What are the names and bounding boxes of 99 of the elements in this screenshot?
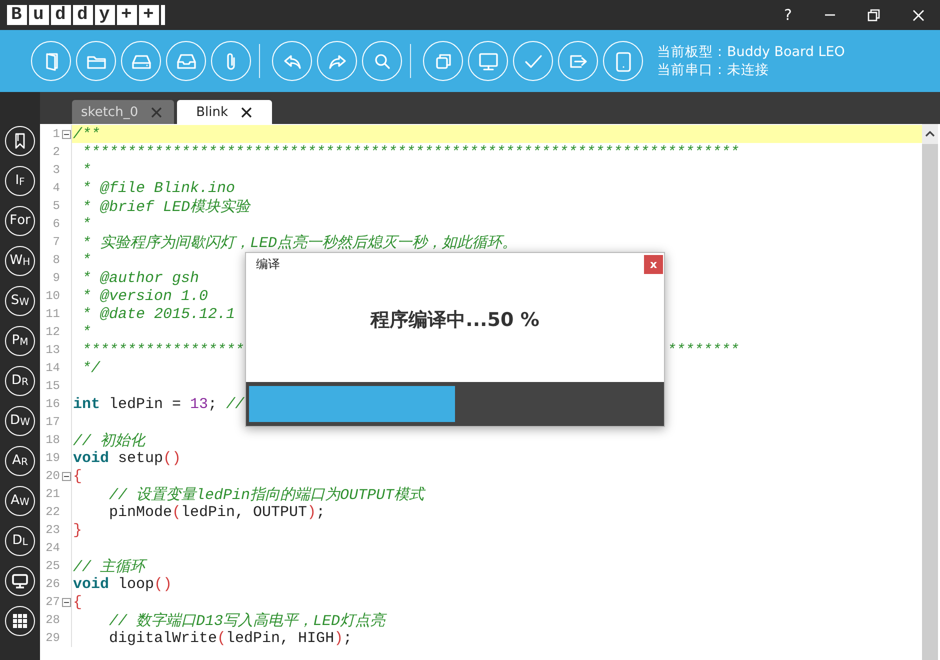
toolbar-button[interactable] (362, 41, 402, 81)
toolbar-button[interactable] (211, 41, 251, 81)
close-button[interactable]: x (644, 254, 663, 274)
toolbar-button[interactable] (513, 41, 553, 81)
line-number: 9 (52, 271, 60, 285)
line-number: 12 (44, 325, 60, 339)
line-number: 26 (44, 577, 60, 591)
fold-icon[interactable] (62, 472, 71, 480)
toolbar-button[interactable] (272, 41, 312, 81)
board-type-label: 当前板型：Buddy Board LEO (657, 43, 845, 61)
code-line: /** (73, 126, 100, 142)
sidebar-button[interactable]: DR (5, 366, 35, 396)
fold-icon[interactable] (62, 130, 71, 138)
line-number: 6 (52, 217, 60, 231)
fold-icon[interactable] (62, 598, 71, 606)
sidebar-button[interactable]: DL (5, 526, 35, 556)
code-line: * @date 2015.12.1 (81, 306, 236, 322)
code-line: ****************** (81, 342, 244, 358)
code-line: * @brief LED模块实验 (81, 198, 250, 216)
line-number: 25 (44, 559, 60, 573)
line-number: 27 (44, 595, 60, 609)
line-number: 20 (44, 469, 60, 483)
toolbar-button[interactable] (423, 41, 463, 81)
editor-tab[interactable]: Blink (177, 100, 272, 124)
code-line: // 初始化 (73, 432, 146, 450)
line-number: 5 (52, 199, 60, 213)
toolbar-button[interactable] (558, 41, 598, 81)
line-number: 29 (44, 631, 60, 645)
sidebar-button[interactable] (5, 566, 35, 596)
line-number: 1 (52, 127, 60, 141)
toolbar-button[interactable] (468, 41, 508, 81)
code-line: * (81, 162, 92, 178)
sidebar-button[interactable]: For (5, 206, 35, 236)
sidebar-button[interactable] (5, 606, 35, 636)
toolbar-button[interactable] (317, 41, 357, 81)
dialog-title: 编译 (256, 256, 280, 272)
toolbar-button[interactable] (603, 41, 643, 81)
code-line: { (73, 468, 82, 484)
sidebar-button[interactable]: SW (5, 286, 35, 316)
scrollbar[interactable] (922, 124, 938, 660)
toolbar-button[interactable] (166, 41, 206, 81)
sidebar-button[interactable]: WH (5, 246, 35, 276)
code-line: void loop() (73, 576, 172, 592)
line-number: 19 (44, 451, 60, 465)
line-number: 18 (44, 433, 60, 447)
monitor-icon (11, 572, 29, 590)
line-number: 16 (44, 397, 60, 411)
sidebar-button[interactable]: AR (5, 446, 35, 476)
line-number: 17 (44, 415, 60, 429)
code-line: * @file Blink.ino (81, 180, 236, 196)
sidebar-button[interactable] (5, 126, 35, 156)
code-line: // 数字端口D13写入高电平，LED灯点亮 (109, 611, 386, 630)
code-line: * @version 1.0 (81, 288, 208, 304)
editor-tab[interactable]: sketch_0 (72, 100, 174, 124)
line-number: 28 (44, 613, 60, 627)
sidebar-button[interactable]: DW (5, 406, 35, 436)
progress-message: 程序编译中...50 % (370, 308, 540, 333)
line-number: 4 (52, 181, 60, 195)
line-number: 2 (52, 145, 60, 159)
code-line: } (73, 522, 82, 538)
line-number: 11 (44, 307, 60, 321)
help-button[interactable]: ? (768, 0, 808, 30)
line-number: 7 (52, 235, 60, 249)
code-line: int ledPin = 13; // (73, 396, 244, 412)
code-line: * 实验程序为间歇闪灯，LED点亮一秒然后熄灭一秒，如此循环。 (81, 233, 518, 252)
code-line: void setup() (73, 450, 182, 466)
code-line: * (81, 252, 92, 268)
restore-icon[interactable] (867, 8, 881, 22)
code-line: */ (81, 360, 100, 376)
code-line: digitalWrite(ledPin, HIGH); (109, 630, 352, 646)
code-line: { (73, 594, 82, 610)
sidebar-button[interactable]: PM (5, 326, 35, 356)
code-line: * (81, 324, 92, 340)
line-number: 14 (44, 361, 60, 375)
line-number: 21 (44, 487, 60, 501)
code-line: pinMode(ledPin, OUTPUT); (109, 504, 326, 520)
line-number: 15 (44, 379, 60, 393)
toolbar-button[interactable] (76, 41, 116, 81)
code-line: // 设置变量ledPin指向的端口为OUTPUT模式 (109, 485, 424, 504)
caret-up-icon[interactable] (925, 131, 935, 137)
code-line: // 主循环 (73, 557, 146, 576)
sidebar-button[interactable]: IF (5, 166, 35, 196)
line-number: 8 (52, 253, 60, 267)
grid-icon (11, 612, 29, 630)
close-icon[interactable] (241, 106, 252, 118)
code-line: ************************************************************************* (81, 144, 740, 160)
toolbar-button[interactable] (31, 41, 71, 81)
line-number: 10 (44, 289, 60, 303)
line-number: 22 (44, 505, 60, 519)
line-number: 13 (44, 343, 60, 357)
line-number: 23 (44, 523, 60, 537)
sidebar-button[interactable]: AW (5, 486, 35, 516)
code-line: * (81, 216, 92, 232)
toolbar-button[interactable] (121, 41, 161, 81)
serial-port-label: 当前串口：未连接 (657, 61, 770, 79)
code-line: * @author gsh (81, 270, 200, 286)
code-line: ******** (667, 342, 740, 358)
line-number: 3 (52, 163, 60, 177)
line-number: 24 (44, 541, 60, 555)
